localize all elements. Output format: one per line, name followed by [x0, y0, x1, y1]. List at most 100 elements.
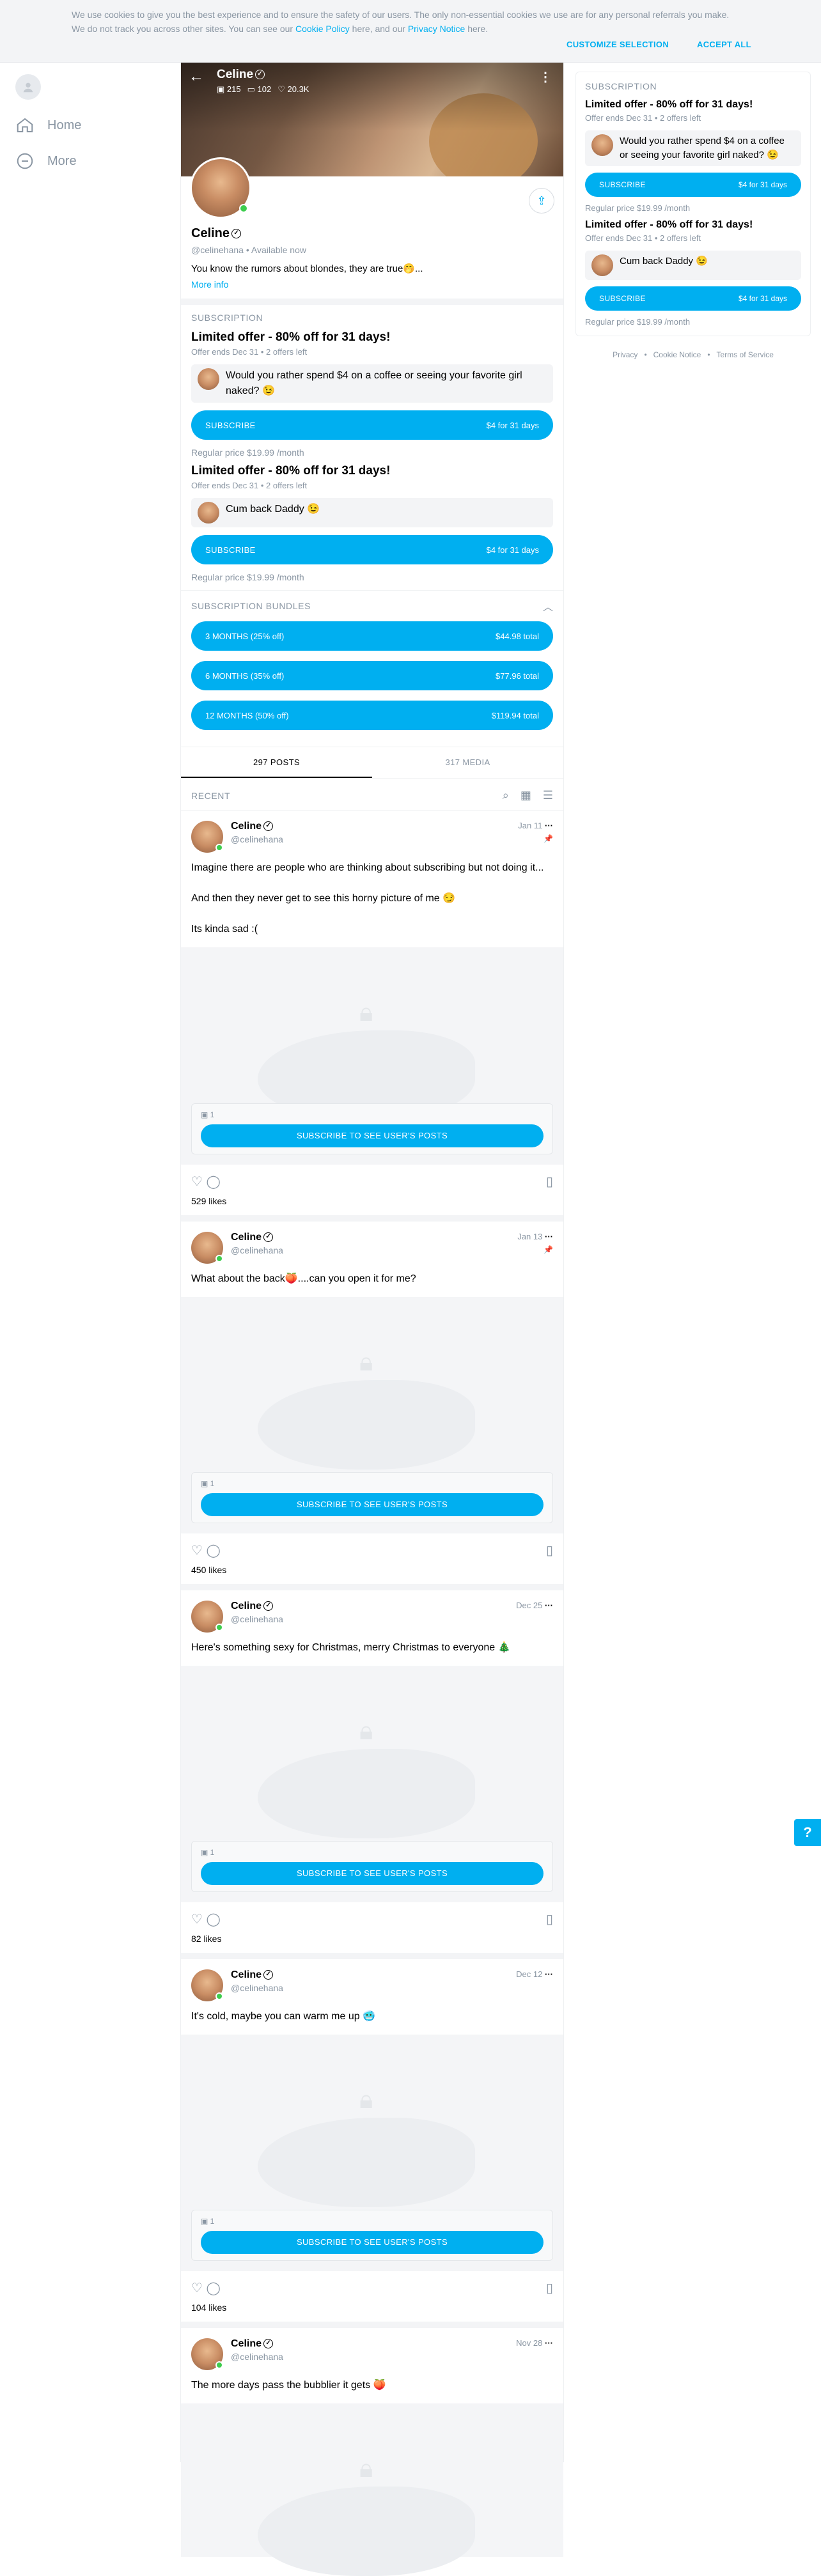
nav-more[interactable]: More	[0, 143, 180, 179]
user-avatar[interactable]	[15, 74, 41, 100]
sort-icon[interactable]: ☰	[543, 789, 553, 802]
post-handle[interactable]: @celinehana	[231, 1983, 516, 1993]
customize-selection-button[interactable]: CUSTOMIZE SELECTION	[567, 40, 669, 49]
videos-stat: ▭ 102	[247, 84, 272, 94]
cookie-text-part: here, and our	[349, 24, 408, 34]
post-handle[interactable]: @celinehana	[231, 1245, 517, 1255]
online-indicator	[215, 2361, 223, 2369]
subscribe-button[interactable]: SUBSCRIBE $4 for 31 days	[191, 410, 553, 440]
nav-home[interactable]: Home	[0, 107, 180, 143]
subscribe-label: SUBSCRIBE	[205, 545, 256, 555]
bundles-header[interactable]: SUBSCRIPTION BUNDLES ︿	[191, 598, 553, 614]
sidebar-subscription-card: SUBSCRIPTION Limited offer - 80% off for…	[575, 72, 811, 336]
bundle-button-12-months[interactable]: 12 MONTHS (50% off) $119.94 total	[191, 701, 553, 730]
post-handle[interactable]: @celinehana	[231, 2352, 516, 2362]
post: Celine ✓ @celinehana Jan 13 ··· 📌 What abou…	[181, 1222, 563, 1590]
post-author[interactable]: Celine ✓	[231, 2338, 516, 2350]
avatar[interactable]	[191, 2338, 223, 2370]
avatar[interactable]	[191, 1601, 223, 1633]
more-horizontal-icon[interactable]: ···	[545, 1969, 553, 1979]
heart-icon[interactable]: ♡	[191, 1544, 203, 1558]
bookmark-icon[interactable]: ▯	[546, 2280, 553, 2296]
bundle-button-3-months[interactable]: 3 MONTHS (25% off) $44.98 total	[191, 621, 553, 651]
terms-link[interactable]: Terms of Service	[717, 350, 774, 359]
home-icon	[17, 118, 33, 132]
likes-count: 20.3K	[287, 84, 309, 94]
bookmark-icon[interactable]: ▯	[546, 1911, 553, 1927]
profile-avatar[interactable]	[190, 157, 251, 219]
subscribe-to-see-button[interactable]: SUBSCRIBE TO SEE USER'S POSTS	[201, 1493, 543, 1516]
main-column: ← Celine ✓ ▣ 215 ▭ 102 ♡ 20.3K ⋮ ⇪ Celine…	[180, 63, 564, 2576]
bookmark-icon[interactable]: ▯	[546, 1174, 553, 1190]
share-icon: ⇪	[536, 194, 547, 207]
offer-title: Limited offer - 80% off for 31 days!	[191, 464, 391, 477]
post-author[interactable]: Celine ✓	[231, 1969, 516, 1981]
comment-icon[interactable]: ◯	[207, 1175, 221, 1189]
subscribe-button[interactable]: SUBSCRIBE $4 for 31 days	[585, 286, 801, 311]
post-author[interactable]: Celine ✓	[231, 1601, 516, 1612]
chevron-up-icon[interactable]: ︿	[543, 598, 553, 614]
share-button[interactable]: ⇪	[529, 188, 554, 213]
subscribe-label: SUBSCRIBE	[599, 294, 646, 303]
tab-posts[interactable]: 297 POSTS	[181, 747, 372, 778]
more-horizontal-icon[interactable]: ···	[545, 2338, 553, 2348]
bundles-title: SUBSCRIPTION BUNDLES	[191, 601, 311, 611]
offer-message-text: Cum back Daddy 😉	[620, 256, 708, 267]
offer-message: Cum back Daddy 😉	[585, 251, 801, 280]
online-indicator	[215, 1255, 223, 1262]
more-horizontal-icon[interactable]: ···	[545, 821, 553, 830]
verified-icon: ✓	[231, 229, 242, 239]
bookmark-icon[interactable]: ▯	[546, 1542, 553, 1558]
help-button[interactable]: ?	[794, 1819, 821, 1846]
left-nav: Home More	[0, 63, 180, 179]
post-handle[interactable]: @celinehana	[231, 834, 518, 844]
more-horizontal-icon[interactable]: ···	[545, 1232, 553, 1241]
media-count-value: 1	[210, 1110, 215, 1119]
comment-icon[interactable]: ◯	[207, 1544, 221, 1558]
avatar[interactable]	[191, 1969, 223, 2001]
tab-media[interactable]: 317 MEDIA	[372, 747, 563, 778]
accept-all-button[interactable]: ACCEPT ALL	[697, 40, 751, 49]
subscribe-to-see-button[interactable]: SUBSCRIBE TO SEE USER'S POSTS	[201, 2231, 543, 2254]
cookie-notice-link[interactable]: Cookie Notice	[653, 350, 701, 359]
regular-price: Regular price $19.99 /month	[585, 203, 691, 213]
verified-icon: ✓	[263, 1232, 274, 1243]
offer-message-text: Would you rather spend $4 on a coffee or…	[226, 370, 522, 396]
more-vertical-icon[interactable]: ⋮	[539, 69, 552, 85]
comment-icon[interactable]: ◯	[207, 1913, 221, 1927]
avatar[interactable]	[191, 1232, 223, 1264]
privacy-notice-link[interactable]: Privacy Notice	[408, 24, 465, 34]
more-info-link[interactable]: More info	[191, 279, 553, 290]
post-author-name: Celine	[231, 1601, 262, 1611]
post-author[interactable]: Celine ✓	[231, 821, 518, 832]
avatar[interactable]	[191, 821, 223, 853]
regular-price: Regular price $19.99 /month	[191, 447, 304, 458]
heart-icon[interactable]: ♡	[191, 2281, 203, 2295]
subscribe-to-see-button[interactable]: SUBSCRIBE TO SEE USER'S POSTS	[201, 1124, 543, 1147]
videos-count: 102	[257, 84, 272, 94]
heart-icon[interactable]: ♡	[191, 1175, 203, 1189]
post-author[interactable]: Celine ✓	[231, 1232, 517, 1243]
subscribe-button[interactable]: SUBSCRIBE $4 for 31 days	[191, 535, 553, 564]
media-count: ▣ 1	[201, 1110, 215, 1119]
heart-icon[interactable]: ♡	[191, 1913, 203, 1927]
grid-icon[interactable]: ▦	[520, 789, 531, 802]
blur-placeholder	[258, 2118, 475, 2207]
post-handle[interactable]: @celinehana	[231, 1614, 516, 1624]
more-horizontal-icon[interactable]: ···	[545, 1601, 553, 1610]
offer-title: Limited offer - 80% off for 31 days!	[585, 99, 753, 110]
bundle-button-6-months[interactable]: 6 MONTHS (35% off) $77.96 total	[191, 661, 553, 690]
post-date: Jan 13	[517, 1232, 543, 1241]
offer-meta: Offer ends Dec 31 • 2 offers left	[191, 481, 308, 490]
lock-icon: 🔒︎	[359, 1348, 373, 1376]
comment-icon[interactable]: ◯	[207, 2281, 221, 2295]
likes-count: 104 likes	[191, 2302, 227, 2313]
back-arrow-icon[interactable]: ←	[189, 68, 208, 87]
privacy-link[interactable]: Privacy	[613, 350, 637, 359]
search-icon[interactable]: ⌕	[503, 789, 509, 802]
subscribe-button[interactable]: SUBSCRIBE $4 for 31 days	[585, 173, 801, 197]
locked-media: 🔒︎ ▣ 1 SUBSCRIBE TO SEE USER'S POSTS	[181, 947, 563, 1165]
cookie-policy-link[interactable]: Cookie Policy	[295, 24, 350, 34]
subscribe-to-see-button[interactable]: SUBSCRIBE TO SEE USER'S POSTS	[201, 1862, 543, 1885]
more-circle-icon	[17, 153, 33, 169]
